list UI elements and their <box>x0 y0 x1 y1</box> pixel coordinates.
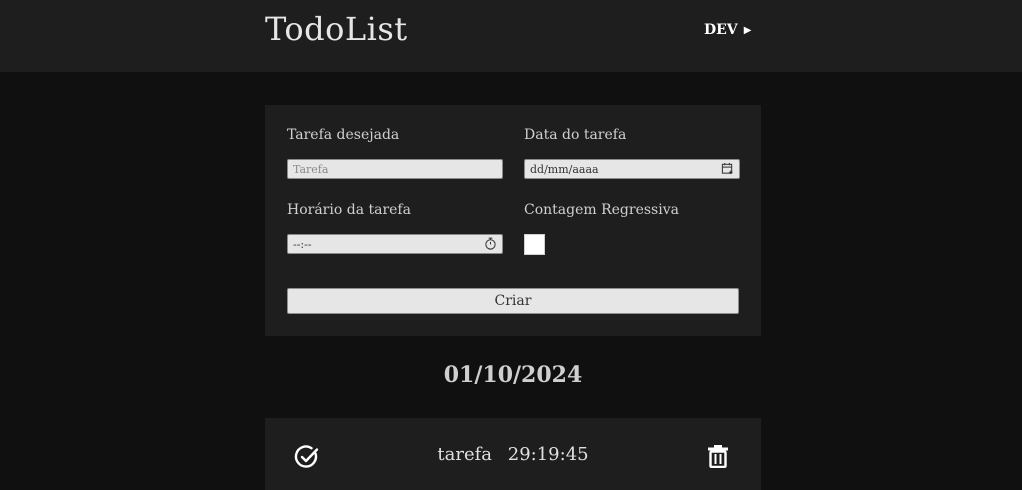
task-date-placeholder: dd/mm/aaaa <box>530 162 599 176</box>
task-time-label: Horário da tarefa <box>287 202 411 218</box>
task-row: tarefa 29:19:45 <box>265 418 761 490</box>
task-name-label: Tarefa desejada <box>287 127 400 143</box>
task-text: tarefa 29:19:45 <box>265 444 761 465</box>
new-task-form: Tarefa desejada Tarefa Data do tarefa dd… <box>265 105 761 336</box>
task-date-label: Data do tarefa <box>524 127 627 143</box>
app-title: TodoList <box>265 10 408 48</box>
countdown-label: Contagem Regressiva <box>524 202 679 218</box>
task-name: tarefa <box>437 444 493 465</box>
task-name-input[interactable]: Tarefa <box>287 159 503 179</box>
task-countdown: 29:19:45 <box>507 444 589 465</box>
task-date-input[interactable]: dd/mm/aaaa <box>524 159 740 179</box>
task-name-placeholder: Tarefa <box>293 162 329 176</box>
calendar-icon[interactable] <box>721 162 734 175</box>
task-group-date: 01/10/2024 <box>443 362 583 388</box>
stopwatch-icon[interactable] <box>484 237 497 250</box>
task-time-placeholder: --:-- <box>293 237 312 251</box>
app-header: TodoList DEV ▶ <box>0 0 1022 72</box>
dev-label: DEV <box>704 22 738 38</box>
dev-link[interactable]: DEV ▶ <box>704 22 751 38</box>
countdown-checkbox[interactable] <box>524 234 545 255</box>
play-arrow-icon: ▶ <box>743 24 752 36</box>
trash-icon[interactable] <box>707 444 729 468</box>
task-time-input[interactable]: --:-- <box>287 234 503 254</box>
create-task-button[interactable]: Criar <box>287 288 739 314</box>
